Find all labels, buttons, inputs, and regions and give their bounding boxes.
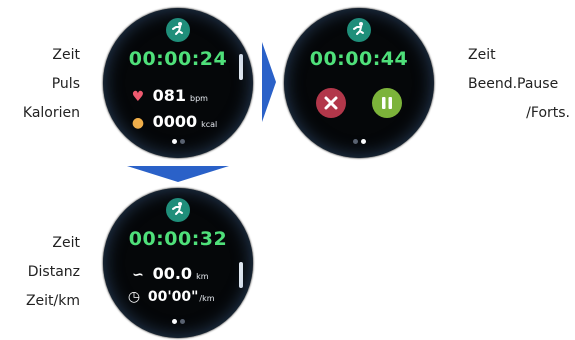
page-dot-active — [360, 139, 366, 144]
label-time: Zeit — [52, 47, 80, 63]
heart-icon: ♥ — [131, 88, 145, 105]
distance-unit: km — [196, 272, 209, 281]
distance-value: 00.0 — [152, 264, 193, 283]
watch-screen-3: 00:00:32 ∽ 00.0 km ◷ 00'00"/km — [103, 188, 253, 338]
close-icon — [324, 96, 338, 110]
end-workout-button[interactable] — [316, 88, 346, 118]
pulse-row: ♥ 081 bpm — [129, 86, 208, 106]
screen1-labels: Zeit Puls Kalorien — [0, 45, 80, 123]
runner-icon — [166, 18, 190, 42]
label-pulse: Puls — [51, 76, 80, 92]
page-dot — [352, 139, 358, 144]
elapsed-time: 00:00:32 — [128, 228, 228, 250]
calories-unit: kcal — [201, 120, 218, 129]
distance-row: ∽ 00.0 km — [129, 264, 209, 284]
page-dot-active — [171, 319, 177, 324]
label-resume: /Forts. — [526, 105, 570, 121]
elapsed-time: 00:00:24 — [128, 48, 228, 70]
scroll-indicator — [239, 262, 243, 288]
screen3-labels: Zeit Distanz Zeit/km — [0, 233, 80, 311]
label-end-pause: Beend.Pause — [468, 76, 559, 92]
pace-row: ◷ 00'00"/km — [125, 289, 215, 309]
pulse-value: 081 — [152, 86, 186, 105]
label-calories: Kalorien — [22, 105, 80, 121]
pause-resume-button[interactable] — [372, 88, 402, 118]
down-arrow — [127, 166, 229, 182]
distance-icon: ∽ — [132, 266, 144, 283]
pulse-unit: bpm — [189, 94, 208, 103]
label-distance: Distanz — [27, 264, 80, 280]
right-arrow — [262, 42, 276, 122]
runner-icon — [347, 18, 371, 42]
pause-icon — [382, 97, 392, 109]
runner-icon — [166, 198, 190, 222]
pace-icon: ◷ — [127, 289, 141, 305]
scroll-indicator — [239, 54, 243, 80]
page-dot — [179, 139, 185, 144]
pace-unit: /km — [199, 294, 215, 303]
page-dot-active — [171, 139, 177, 144]
page-dots — [284, 129, 434, 148]
watch-screen-2: 00:00:44 — [284, 8, 434, 158]
page-dot — [179, 319, 185, 324]
label-time: Zeit — [52, 235, 80, 251]
watch-screen-1: 00:00:24 ♥ 081 bpm ● 0000 kcal — [103, 8, 253, 158]
elapsed-time: 00:00:44 — [309, 48, 409, 70]
pace-value: 00'00" — [147, 289, 199, 305]
page-dots — [103, 309, 253, 328]
screen2-labels: Zeit Beend.Pause /Forts. — [468, 45, 575, 123]
label-time: Zeit — [468, 47, 496, 63]
label-pace: Zeit/km — [25, 293, 80, 309]
page-dots — [103, 129, 253, 148]
